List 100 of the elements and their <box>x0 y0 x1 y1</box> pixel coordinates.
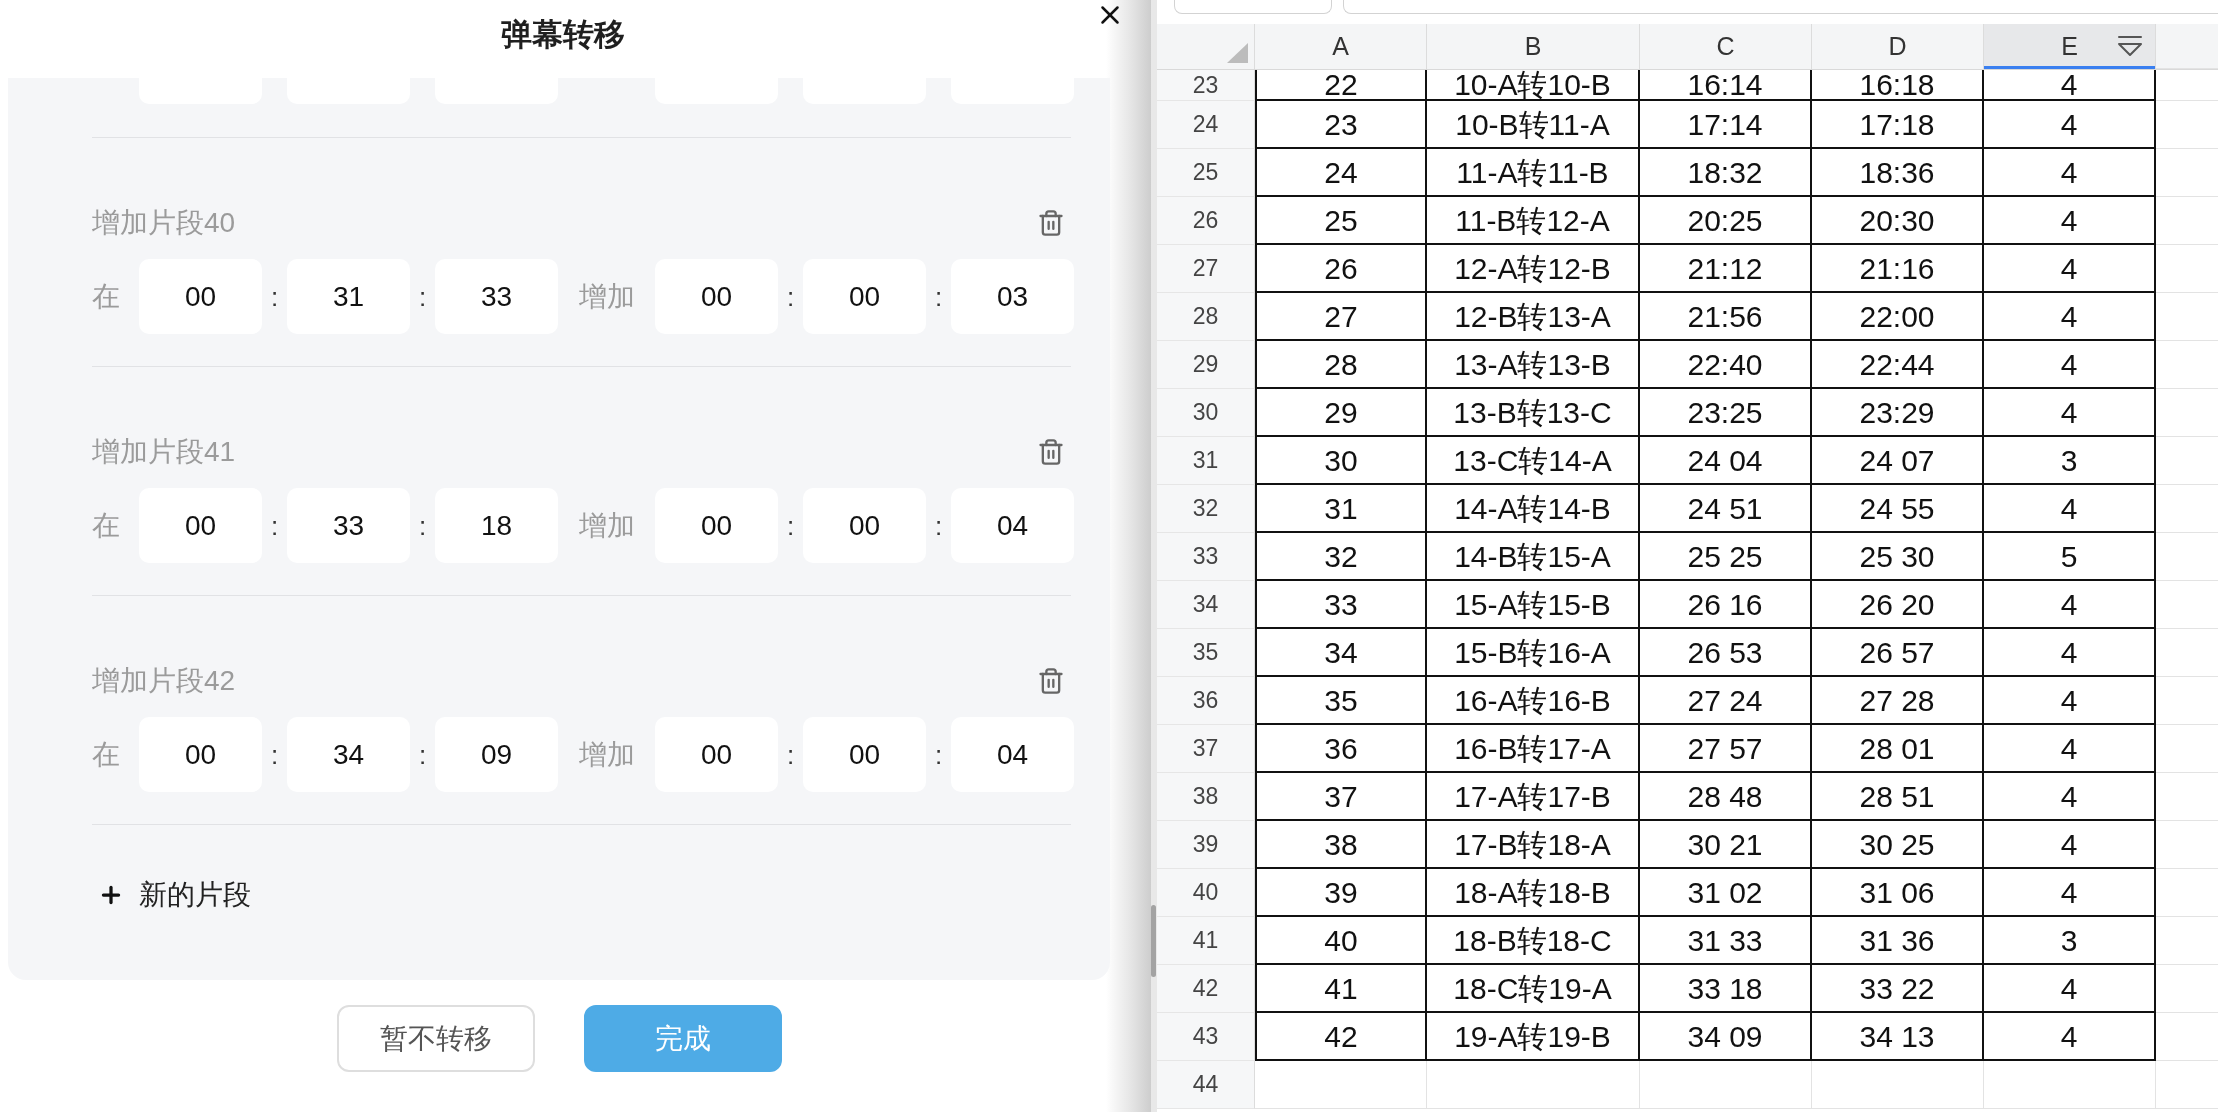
time-field[interactable]: 33 <box>435 259 558 334</box>
trash-icon[interactable] <box>1037 667 1065 695</box>
table-cell: 38 <box>1255 821 1427 869</box>
table-cell: 31 33 <box>1640 917 1812 965</box>
table-cell: 4 <box>1984 965 2156 1013</box>
table-cell: 28 01 <box>1812 725 1984 773</box>
table-cell: 28 48 <box>1640 773 1812 821</box>
row-number[interactable]: 42 <box>1157 965 1255 1013</box>
row-number[interactable]: 28 <box>1157 293 1255 341</box>
table-cell: 39 <box>1255 869 1427 917</box>
time-field[interactable]: 34 <box>287 717 410 792</box>
row-number[interactable]: 37 <box>1157 725 1255 773</box>
row-number[interactable]: 30 <box>1157 389 1255 437</box>
time-field[interactable]: 00 <box>655 488 778 563</box>
time-separator: : <box>934 739 943 770</box>
table-cell: 42 <box>1255 1013 1427 1061</box>
time-field[interactable]: 00 <box>803 717 926 792</box>
table-cell: 4 <box>1984 149 2156 197</box>
row-number[interactable]: 31 <box>1157 437 1255 485</box>
table-cell: 26 16 <box>1640 581 1812 629</box>
row-number[interactable]: 43 <box>1157 1013 1255 1061</box>
table-cell: 12-B转13-A <box>1427 293 1640 341</box>
time-separator: : <box>418 281 427 312</box>
table-cell: 15-A转15-B <box>1427 581 1640 629</box>
time-field[interactable]: 00 <box>139 717 262 792</box>
time-separator: : <box>418 510 427 541</box>
scrollbar-thumb[interactable] <box>1151 905 1156 977</box>
table-cell: 13-B转13-C <box>1427 389 1640 437</box>
table-cell: 20:25 <box>1640 197 1812 245</box>
table-cell: 24 04 <box>1640 437 1812 485</box>
row-number[interactable]: 44 <box>1157 1061 1255 1109</box>
column-header[interactable]: C <box>1640 24 1812 69</box>
table-cell: 17:14 <box>1640 101 1812 149</box>
column-header[interactable]: E <box>1984 24 2156 69</box>
time-field[interactable]: 00 <box>803 259 926 334</box>
field-label: 在 <box>92 737 120 772</box>
table-cell: 24 51 <box>1640 485 1812 533</box>
row-number[interactable]: 23 <box>1157 70 1255 101</box>
table-cell: 15-B转16-A <box>1427 629 1640 677</box>
time-field[interactable]: 00 <box>139 259 262 334</box>
table-cell: 4 <box>1984 581 2156 629</box>
row-number[interactable]: 41 <box>1157 917 1255 965</box>
time-field[interactable]: 33 <box>287 488 410 563</box>
trash-icon[interactable] <box>1037 209 1065 237</box>
table-cell: 4 <box>1984 725 2156 773</box>
table-cell: 25 25 <box>1640 533 1812 581</box>
row-number[interactable]: 26 <box>1157 197 1255 245</box>
corner-triangle-icon[interactable] <box>1227 43 1248 63</box>
table-cell: 27 57 <box>1640 725 1812 773</box>
time-field[interactable]: 18 <box>435 488 558 563</box>
dropdown-icon[interactable] <box>2117 34 2143 58</box>
trash-icon[interactable] <box>1037 438 1065 466</box>
time-field[interactable]: 00 <box>655 717 778 792</box>
table-cell: 22 <box>1255 70 1427 101</box>
table-cell: 32 <box>1255 533 1427 581</box>
table-cell: 36 <box>1255 725 1427 773</box>
table-cell: 29 <box>1255 389 1427 437</box>
row-number[interactable]: 27 <box>1157 245 1255 293</box>
row-number[interactable]: 38 <box>1157 773 1255 821</box>
formula-field[interactable] <box>1343 0 2218 14</box>
row-number[interactable]: 32 <box>1157 485 1255 533</box>
table-cell: 24 55 <box>1812 485 1984 533</box>
table-cell: 5 <box>1984 533 2156 581</box>
time-field[interactable]: 00 <box>803 488 926 563</box>
time-field[interactable]: 31 <box>287 259 410 334</box>
table-cell: 18:36 <box>1812 149 1984 197</box>
time-field[interactable]: 09 <box>435 717 558 792</box>
table-cell: 10-B转11-A <box>1427 101 1640 149</box>
row-number[interactable]: 39 <box>1157 821 1255 869</box>
table-cell: 23:25 <box>1640 389 1812 437</box>
table-cell: 31 06 <box>1812 869 1984 917</box>
table-cell: 3 <box>1984 437 2156 485</box>
table-cell: 21:56 <box>1640 293 1812 341</box>
table-cell: 4 <box>1984 821 2156 869</box>
column-header[interactable]: B <box>1427 24 1640 69</box>
table-cell: 12-A转12-B <box>1427 245 1640 293</box>
add-segment-button[interactable]: 新的片段 <box>92 877 251 913</box>
row-number[interactable]: 33 <box>1157 533 1255 581</box>
cell-name-field[interactable] <box>1174 0 1332 14</box>
time-field[interactable]: 04 <box>951 717 1074 792</box>
segment-title: 增加片段40 <box>92 206 236 240</box>
time-field[interactable]: 04 <box>951 488 1074 563</box>
row-number[interactable]: 35 <box>1157 629 1255 677</box>
table-cell: 23:29 <box>1812 389 1984 437</box>
table-cell: 20:30 <box>1812 197 1984 245</box>
row-number[interactable]: 36 <box>1157 677 1255 725</box>
row-number[interactable]: 34 <box>1157 581 1255 629</box>
table-cell: 23 <box>1255 101 1427 149</box>
time-field[interactable]: 00 <box>139 488 262 563</box>
time-field[interactable]: 00 <box>655 259 778 334</box>
row-number[interactable]: 29 <box>1157 341 1255 389</box>
table-cell: 16-B转17-A <box>1427 725 1640 773</box>
row-number[interactable]: 40 <box>1157 869 1255 917</box>
cancel-button[interactable]: 暂不转移 <box>336 1005 535 1072</box>
time-separator: : <box>786 510 795 541</box>
row-number[interactable]: 24 <box>1157 101 1255 149</box>
time-field[interactable]: 03 <box>951 259 1074 334</box>
row-number[interactable]: 25 <box>1157 149 1255 197</box>
table-cell: 27 28 <box>1812 677 1984 725</box>
column-header[interactable]: A <box>1255 24 1427 69</box>
